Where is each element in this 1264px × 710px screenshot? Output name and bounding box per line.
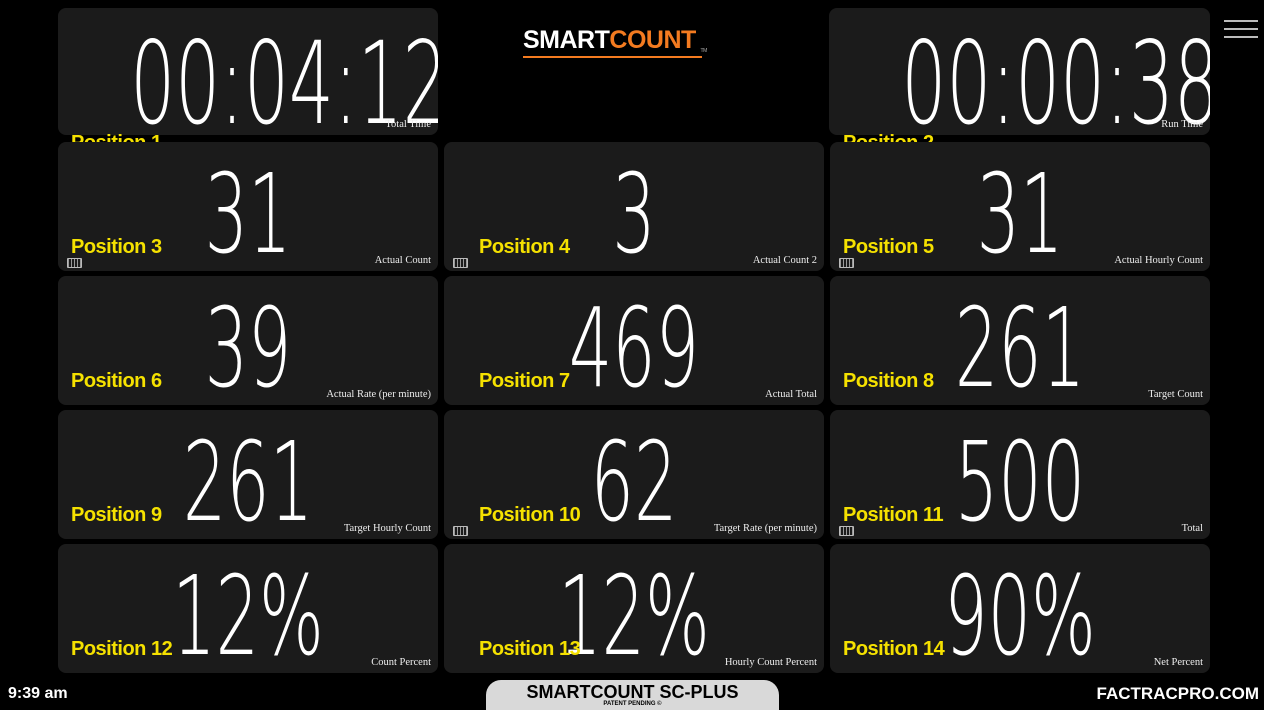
actual-total-label: Actual Total bbox=[765, 389, 817, 400]
position-9-label: Position 9 bbox=[71, 504, 162, 526]
count-percent-label: Count Percent bbox=[371, 657, 431, 668]
smartcount-logo: SMARTCOUNT TM bbox=[523, 26, 707, 58]
keyboard-icon[interactable] bbox=[453, 526, 468, 536]
hourly-count-percent-label: Hourly Count Percent bbox=[724, 657, 817, 668]
target-hourly-count-label: Target Hourly Count bbox=[343, 523, 431, 534]
run-time-label: Run Time bbox=[1161, 119, 1203, 130]
actual-rate-label: Actual Rate (per minute) bbox=[326, 389, 431, 400]
keyboard-icon[interactable] bbox=[453, 258, 468, 268]
net-percent-label: Net Percent bbox=[1153, 657, 1203, 668]
product-badge: SMARTCOUNT SC-PLUS PATENT PENDING © bbox=[486, 680, 779, 710]
position-8-label: Position 8 bbox=[843, 370, 934, 392]
patent-notice: PATENT PENDING © bbox=[603, 701, 662, 707]
total-time-tile[interactable]: 00:04:12 Total Time bbox=[58, 8, 438, 135]
keyboard-icon[interactable] bbox=[839, 258, 854, 268]
position-5-label: Position 5 bbox=[843, 236, 934, 258]
total-tile[interactable]: 500 Position 11 Total bbox=[830, 410, 1210, 539]
actual-hourly-count-label: Actual Hourly Count bbox=[1114, 255, 1203, 266]
run-time-value: 00:00:38 bbox=[901, 17, 1210, 136]
count-percent-tile[interactable]: 12% Position 12 Count Percent bbox=[58, 544, 438, 673]
target-count-value: 261 bbox=[954, 284, 1086, 405]
position-10-label: Position 10 bbox=[479, 504, 581, 526]
actual-count-value: 31 bbox=[204, 150, 292, 271]
actual-count-2-label: Actual Count 2 bbox=[752, 255, 817, 266]
actual-rate-value: 39 bbox=[204, 284, 292, 405]
position-11-label: Position 11 bbox=[843, 504, 944, 526]
actual-total-tile[interactable]: 469 Position 7 Actual Total bbox=[444, 276, 824, 405]
hourly-count-percent-tile[interactable]: 12% Position 13 Hourly Count Percent bbox=[444, 544, 824, 673]
target-rate-label: Target Rate (per minute) bbox=[713, 523, 817, 534]
position-13-label: Position 13 bbox=[479, 638, 581, 660]
run-time-tile[interactable]: 00:00:38 Run Time bbox=[829, 8, 1210, 135]
actual-hourly-count-tile[interactable]: 31 Position 5 Actual Hourly Count bbox=[830, 142, 1210, 271]
net-percent-tile[interactable]: 90% Position 14 Net Percent bbox=[830, 544, 1210, 673]
actual-count-2-tile[interactable]: 3 Position 4 Actual Count 2 bbox=[444, 142, 824, 271]
target-count-label: Target Count bbox=[1148, 389, 1203, 400]
target-hourly-count-tile[interactable]: 261 Position 9 Target Hourly Count bbox=[58, 410, 438, 539]
actual-rate-tile[interactable]: 39 Position 6 Actual Rate (per minute) bbox=[58, 276, 438, 405]
actual-hourly-count-value: 31 bbox=[976, 150, 1064, 271]
keyboard-icon[interactable] bbox=[67, 258, 82, 268]
position-7-label: Position 7 bbox=[479, 370, 570, 392]
target-rate-tile[interactable]: 62 Position 10 Target Rate (per minute) bbox=[444, 410, 824, 539]
keyboard-icon[interactable] bbox=[839, 526, 854, 536]
target-count-tile[interactable]: 261 Position 8 Target Count bbox=[830, 276, 1210, 405]
position-4-label: Position 4 bbox=[479, 236, 570, 258]
position-14-label: Position 14 bbox=[843, 638, 945, 660]
total-time-label: Total Time bbox=[385, 119, 431, 130]
website-link[interactable]: FACTRACPRO.COM bbox=[1097, 684, 1259, 704]
product-name: SMARTCOUNT SC-PLUS bbox=[526, 682, 739, 702]
hamburger-menu-icon[interactable] bbox=[1224, 20, 1258, 40]
clock-display: 9:39 am bbox=[8, 685, 68, 702]
total-label: Total bbox=[1181, 523, 1203, 534]
target-hourly-count-value: 261 bbox=[182, 418, 314, 539]
position-3-label: Position 3 bbox=[71, 236, 162, 258]
position-12-label: Position 12 bbox=[71, 638, 173, 660]
position-6-label: Position 6 bbox=[71, 370, 162, 392]
actual-count-label: Actual Count bbox=[374, 255, 431, 266]
total-time-value: 00:04:12 bbox=[130, 17, 438, 136]
actual-count-tile[interactable]: 31 Position 3 Actual Count bbox=[58, 142, 438, 271]
